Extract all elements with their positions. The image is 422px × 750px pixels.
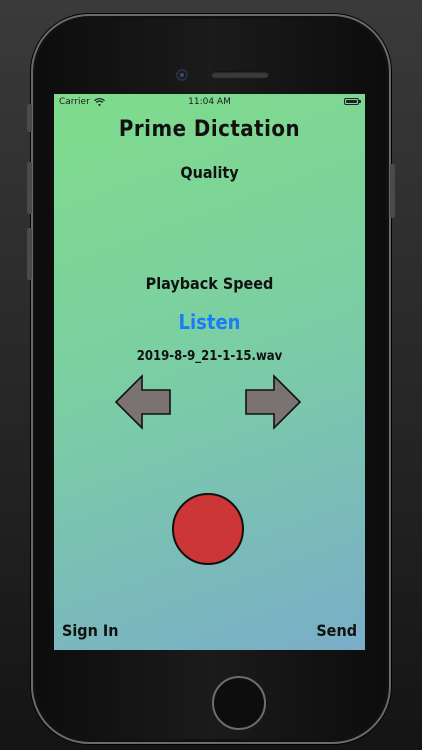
- previous-recording-button[interactable]: [114, 374, 172, 430]
- earpiece-speaker: [211, 71, 269, 78]
- volume-up-button: [27, 162, 32, 214]
- next-recording-button[interactable]: [244, 374, 302, 430]
- home-button[interactable]: [212, 676, 266, 730]
- sign-in-button[interactable]: Sign In: [62, 621, 118, 640]
- battery-level-fill: [346, 100, 357, 103]
- status-bar: Carrier 11:04 AM: [54, 94, 365, 110]
- quality-label[interactable]: Quality: [54, 163, 365, 182]
- arrow-left-icon: [114, 374, 171, 430]
- playback-speed-label[interactable]: Playback Speed: [54, 274, 365, 293]
- arrow-right-icon: [245, 374, 302, 430]
- power-button: [390, 164, 395, 218]
- status-time: 11:04 AM: [188, 97, 231, 107]
- send-button[interactable]: Send: [316, 621, 357, 640]
- app-screen: Carrier 11:04 AM Prime Dictation Quality…: [54, 94, 365, 650]
- front-camera: [176, 69, 188, 81]
- listen-button[interactable]: Listen: [164, 310, 255, 334]
- battery-icon: [344, 98, 361, 105]
- app-title: Prime Dictation: [118, 117, 301, 142]
- mute-switch: [27, 104, 32, 132]
- record-button[interactable]: [172, 493, 244, 565]
- current-filename: 2019-8-9_21-1-15.wav: [136, 349, 283, 364]
- volume-down-button: [27, 228, 32, 280]
